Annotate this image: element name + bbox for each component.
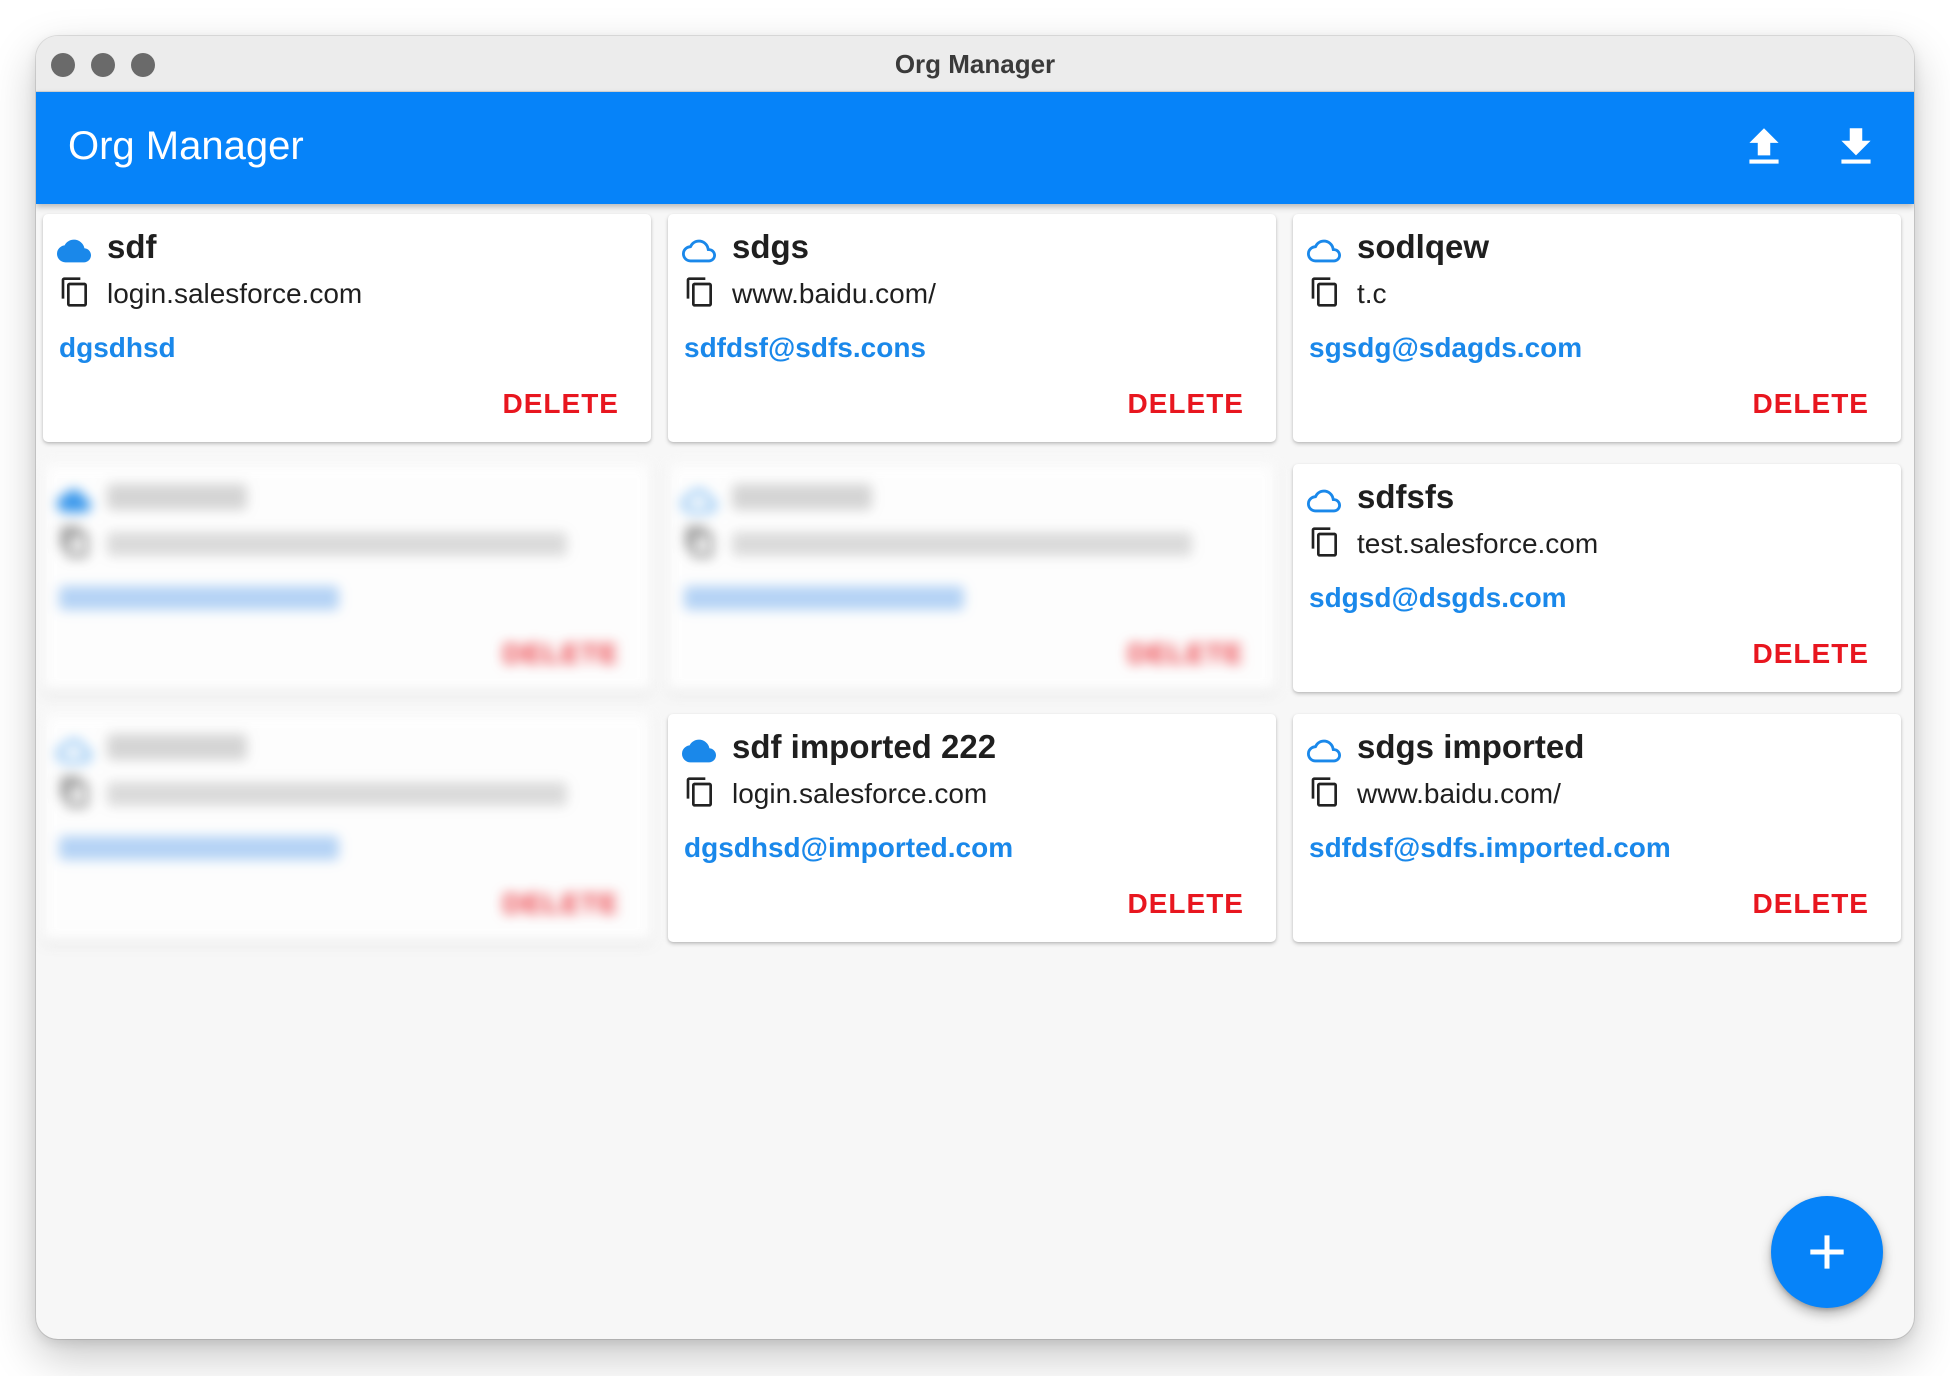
- copy-icon[interactable]: [59, 276, 91, 308]
- plus-icon: [1810, 1235, 1844, 1269]
- copy-icon[interactable]: [59, 776, 91, 808]
- org-card[interactable]: sdfsfs test.salesforce.com sdgsd@dsgds.com…: [1293, 464, 1901, 692]
- org-name: sdgs imported: [1357, 728, 1585, 765]
- app-title: Org Manager: [68, 124, 304, 168]
- org-card[interactable]: sdf login.salesforce.com dgsdhsd DELETE: [43, 214, 651, 442]
- copy-icon[interactable]: [1309, 776, 1341, 808]
- org-name: [107, 734, 247, 760]
- add-org-button[interactable]: [1771, 1196, 1883, 1308]
- window-titlebar[interactable]: Org Manager: [36, 36, 1914, 92]
- cloud-outline-icon: [1307, 239, 1341, 263]
- cloud-outline-icon: [682, 239, 716, 263]
- org-name: sodlqew: [1357, 228, 1490, 265]
- cloud-outline-icon: [1307, 739, 1341, 763]
- org-username-link[interactable]: sdfdsf@sdfs.imported.com: [1309, 832, 1671, 864]
- cloud-filled-icon: [57, 239, 91, 263]
- delete-button[interactable]: DELETE: [503, 638, 619, 670]
- org-username-link[interactable]: dgsdhsd: [59, 332, 176, 364]
- org-url: t.c: [1357, 278, 1387, 309]
- org-username-link[interactable]: sdgsd@dsgds.com: [1309, 582, 1567, 614]
- org-url: login.salesforce.com: [107, 278, 363, 309]
- org-url: [732, 532, 1192, 556]
- org-url: [107, 532, 567, 556]
- org-card[interactable]: sodlqew t.c sgsdg@sdagds.com DELETE: [1293, 214, 1901, 442]
- download-icon: [1841, 128, 1871, 164]
- org-username-link[interactable]: [684, 586, 964, 610]
- org-url: login.salesforce.com: [732, 778, 988, 809]
- cloud-filled-icon: [57, 489, 91, 513]
- copy-icon[interactable]: [1309, 276, 1341, 308]
- org-name: sdfsfs: [1357, 478, 1455, 515]
- org-name: sdf: [107, 228, 157, 265]
- org-url: www.baidu.com/: [732, 278, 936, 309]
- cloud-outline-icon: [57, 739, 91, 763]
- org-name: [107, 484, 247, 510]
- window-title: Org Manager: [894, 49, 1056, 79]
- upload-icon: [1749, 128, 1779, 164]
- delete-button[interactable]: DELETE: [1753, 888, 1869, 920]
- org-username-link[interactable]: sdfdsf@sdfs.cons: [684, 332, 926, 364]
- copy-icon[interactable]: [59, 526, 91, 558]
- org-card[interactable]: sdgs www.baidu.com/sdfdsf@sdfs.cons DELETE: [668, 214, 1276, 442]
- cloud-outline-icon: [682, 489, 716, 513]
- delete-button[interactable]: DELETE: [1128, 388, 1244, 420]
- download-button[interactable]: [1831, 122, 1881, 172]
- org-card[interactable]: DELETE: [668, 464, 1276, 692]
- org-name: [732, 484, 872, 510]
- cloud-outline-icon: [1307, 489, 1341, 513]
- copy-icon[interactable]: [684, 276, 716, 308]
- delete-button[interactable]: DELETE: [1128, 888, 1244, 920]
- org-username-link[interactable]: dgsdhsd@imported.com: [684, 832, 1013, 864]
- org-card[interactable]: DELETE: [43, 464, 651, 692]
- app-bar: Org Manager: [36, 92, 1914, 204]
- delete-button[interactable]: DELETE: [503, 888, 619, 920]
- copy-icon[interactable]: [684, 526, 716, 558]
- org-username-link[interactable]: [59, 586, 339, 610]
- org-card[interactable]: DELETE: [43, 714, 651, 942]
- org-name: sdf imported 222: [732, 728, 997, 765]
- org-card[interactable]: sdf imported 222 login.salesforce.com dgsd…: [668, 714, 1276, 942]
- copy-icon[interactable]: [1309, 526, 1341, 558]
- org-url: www.baidu.com/: [1357, 778, 1561, 809]
- org-card[interactable]: sdgs imported www.baidu.com/sdfdsf@sdfs.i…: [1293, 714, 1901, 942]
- org-name: sdgs: [732, 228, 810, 265]
- upload-button[interactable]: [1739, 122, 1789, 172]
- org-url: test.salesforce.com: [1357, 528, 1599, 559]
- cloud-filled-icon: [682, 739, 716, 763]
- org-url: [107, 782, 567, 806]
- delete-button[interactable]: DELETE: [503, 388, 619, 420]
- delete-button[interactable]: DELETE: [1128, 638, 1244, 670]
- org-username-link[interactable]: sgsdg@sdagds.com: [1309, 332, 1582, 364]
- app-window: Org Manager Org Manager sdf login.salesfo…: [36, 36, 1914, 1339]
- copy-icon[interactable]: [684, 776, 716, 808]
- org-username-link[interactable]: [59, 836, 339, 860]
- delete-button[interactable]: DELETE: [1753, 638, 1869, 670]
- delete-button[interactable]: DELETE: [1753, 388, 1869, 420]
